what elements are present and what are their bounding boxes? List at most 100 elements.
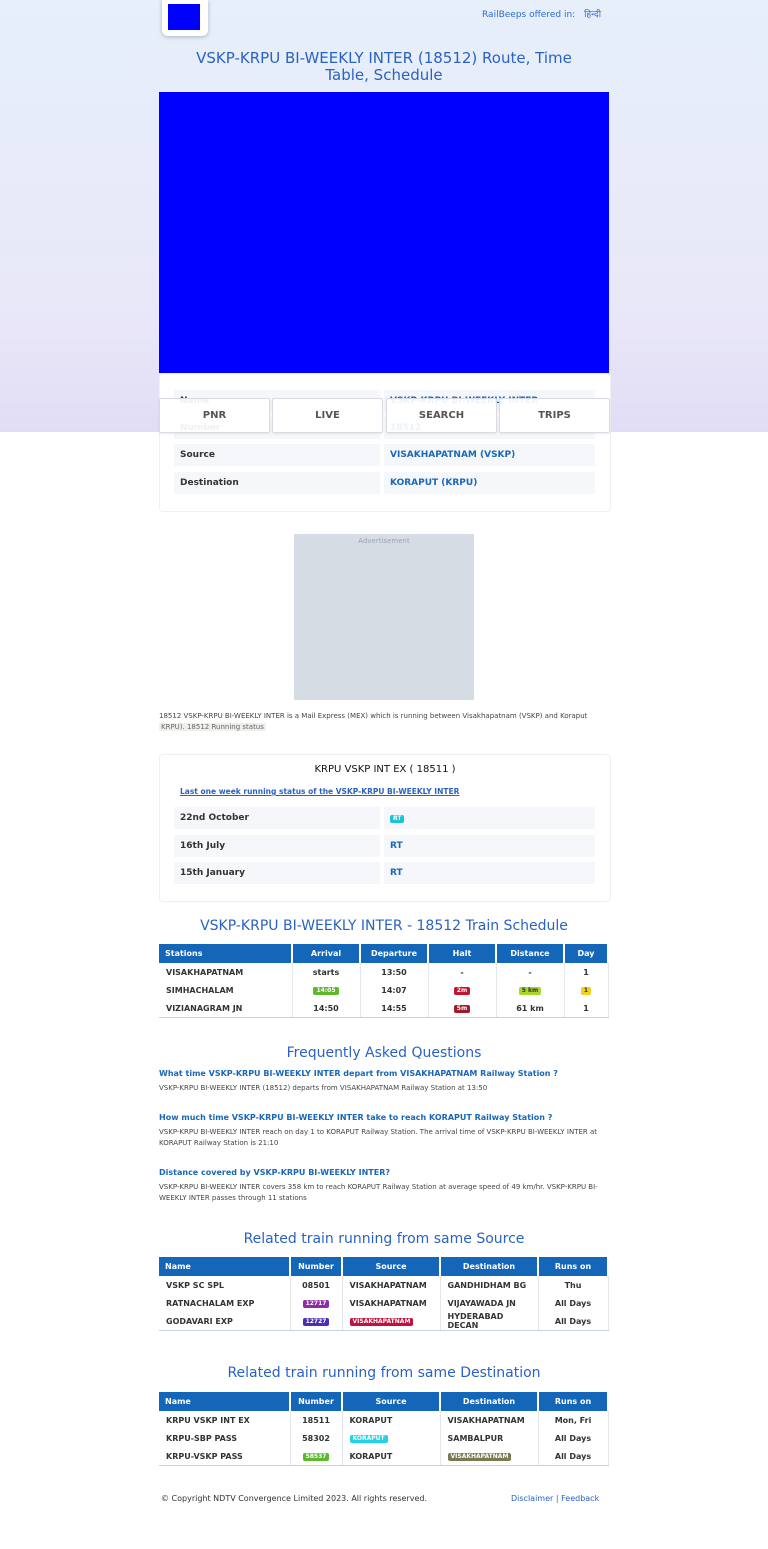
- table-header-row: Name Number Source Destination Runs on: [159, 1257, 609, 1276]
- table-row[interactable]: RATNACHALAM EXP 12717 VISAKHAPATNAM VIJA…: [159, 1294, 609, 1312]
- table-row[interactable]: KRPU-VSKP PASS 58537 KORAPUT VISAKHAPATN…: [159, 1447, 609, 1466]
- tab-search[interactable]: SEARCH: [386, 398, 497, 433]
- schedule-table: Stations Arrival Departure Halt Distance…: [159, 944, 609, 1018]
- table-row[interactable]: VSKP SC SPL 08501 VISAKHAPATNAM GANDHIDH…: [159, 1276, 609, 1294]
- language-offer: RailBeeps offered in: हिन्दी: [482, 7, 601, 20]
- halt-time: -: [428, 963, 497, 981]
- distance: 5 km: [496, 981, 565, 999]
- day-pill: 1: [580, 987, 592, 995]
- faq-question[interactable]: What time VSKP-KRPU BI-WEEKLY INTER depa…: [159, 1069, 558, 1078]
- status-value[interactable]: RT: [384, 862, 595, 884]
- train-runs-on: Mon, Fri: [538, 1411, 609, 1429]
- train-destination: VISAKHAPATNAM: [440, 1411, 539, 1429]
- column-header: Name: [159, 1257, 291, 1276]
- description-tail: KRPU). 18512 Running status: [159, 723, 266, 731]
- column-header: Destination: [440, 1257, 539, 1276]
- info-value[interactable]: VISAKHAPATNAM (VSKP): [384, 444, 595, 466]
- station-name: VIZIANAGRAM JN: [159, 999, 293, 1018]
- station-name: VISAKHAPATNAM: [159, 963, 293, 981]
- status-value[interactable]: RT: [384, 807, 595, 829]
- status-pill: RT: [390, 815, 405, 823]
- distance-pill: 5 km: [518, 987, 542, 995]
- train-name[interactable]: GODAVARI EXP: [159, 1312, 291, 1331]
- tab-live[interactable]: LIVE: [272, 398, 383, 433]
- table-row[interactable]: KRPU VSKP INT EX 18511 KORAPUT VISAKHAPA…: [159, 1411, 609, 1429]
- running-status-subheading[interactable]: Last one week running status of the VSKP…: [180, 787, 459, 796]
- table-header-row: Name Number Source Destination Runs on: [159, 1392, 609, 1411]
- train-name[interactable]: VSKP SC SPL: [159, 1276, 291, 1294]
- destination-pill: VISAKHAPATNAM: [447, 1453, 512, 1461]
- column-header: Name: [159, 1392, 291, 1411]
- column-header: Arrival: [292, 944, 361, 963]
- status-value[interactable]: RT: [384, 835, 595, 857]
- table-row[interactable]: VISAKHAPATNAM starts 13:50 - - 1: [159, 963, 609, 981]
- column-header: Stations: [159, 944, 293, 963]
- source-pill: KORAPUT: [349, 1435, 388, 1443]
- faq-question[interactable]: Distance covered by VSKP-KRPU BI-WEEKLY …: [159, 1168, 390, 1177]
- station-name: SIMHACHALAM: [159, 981, 293, 999]
- train-name[interactable]: RATNACHALAM EXP: [159, 1294, 291, 1312]
- train-info-card: Name VSKP-KRPU BI-WEEKLY INTER Number 18…: [159, 373, 611, 512]
- feedback-link[interactable]: Feedback: [561, 1494, 599, 1503]
- column-header: Halt: [428, 944, 497, 963]
- train-number: 58537: [290, 1447, 343, 1466]
- train-source: KORAPUT: [342, 1429, 441, 1447]
- running-status-heading: KRPU VSKP INT EX ( 18511 ): [314, 764, 456, 775]
- column-header: Source: [342, 1257, 441, 1276]
- arrival-time: starts: [292, 963, 361, 981]
- advertisement[interactable]: Advertisement: [294, 534, 474, 700]
- number-pill: 12717: [302, 1300, 330, 1308]
- train-name[interactable]: KRPU-VSKP PASS: [159, 1447, 291, 1466]
- site-logo[interactable]: [162, 0, 208, 36]
- train-destination: VIJAYAWADA JN: [440, 1294, 539, 1312]
- halt-pill: 5m: [453, 1005, 471, 1013]
- number-pill: 12727: [302, 1318, 330, 1326]
- departure-time: 13:50: [360, 963, 429, 981]
- column-header: Runs on: [538, 1392, 609, 1411]
- info-value[interactable]: KORAPUT (KRPU): [384, 472, 595, 494]
- train-runs-on: All Days: [538, 1447, 609, 1466]
- same-destination-table: Name Number Source Destination Runs on K…: [159, 1392, 609, 1466]
- status-date: 15th January: [174, 862, 380, 884]
- day: 1: [564, 963, 609, 981]
- column-header: Departure: [360, 944, 429, 963]
- train-source: KORAPUT: [342, 1411, 441, 1429]
- status-row: 22nd October RT: [174, 807, 595, 829]
- train-name[interactable]: KRPU VSKP INT EX: [159, 1411, 291, 1429]
- tab-bar: PNR LIVE SEARCH TRIPS: [159, 398, 610, 433]
- table-row[interactable]: KRPU-SBP PASS 58302 KORAPUT SAMBALPUR Al…: [159, 1429, 609, 1447]
- page-title: VSKP-KRPU BI-WEEKLY INTER (18512) Route,…: [196, 49, 572, 84]
- tab-trips[interactable]: TRIPS: [499, 398, 610, 433]
- faq-question[interactable]: How much time VSKP-KRPU BI-WEEKLY INTER …: [159, 1113, 552, 1122]
- departure-time: 14:55: [360, 999, 429, 1018]
- schedule-title: VSKP-KRPU BI-WEEKLY INTER - 18512 Train …: [200, 918, 568, 934]
- ad-label: Advertisement: [358, 537, 410, 545]
- tab-pnr[interactable]: PNR: [159, 398, 270, 433]
- column-header: Source: [342, 1392, 441, 1411]
- table-row[interactable]: VIZIANAGRAM JN 14:50 14:55 5m 61 km 1: [159, 999, 609, 1018]
- train-name[interactable]: KRPU-SBP PASS: [159, 1429, 291, 1447]
- same-source-title: Related train running from same Source: [243, 1231, 525, 1247]
- train-runs-on: All Days: [538, 1312, 609, 1331]
- number-pill: 58537: [302, 1453, 330, 1461]
- distance: -: [496, 963, 565, 981]
- arrival-time: 14:50: [292, 999, 361, 1018]
- distance: 61 km: [496, 999, 565, 1018]
- train-destination: VISAKHAPATNAM: [440, 1447, 539, 1466]
- column-header: Runs on: [538, 1257, 609, 1276]
- train-destination: GANDHIDHAM BG: [440, 1276, 539, 1294]
- running-status-card: KRPU VSKP INT EX ( 18511 ) Last one week…: [159, 754, 611, 902]
- table-row[interactable]: GODAVARI EXP 12727 VISAKHAPATNAM HYDERAB…: [159, 1312, 609, 1331]
- day: 1: [564, 981, 609, 999]
- train-destination: SAMBALPUR: [440, 1429, 539, 1447]
- train-number: 18511: [290, 1411, 343, 1429]
- table-row[interactable]: SIMHACHALAM 14:05 14:07 2m 5 km 1: [159, 981, 609, 999]
- language-link-hindi[interactable]: हिन्दी: [584, 10, 601, 20]
- same-destination-title: Related train running from same Destinat…: [227, 1365, 541, 1381]
- disclaimer-link[interactable]: Disclaimer: [511, 1494, 553, 1503]
- departure-time: 14:07: [360, 981, 429, 999]
- train-description: 18512 VSKP-KRPU BI-WEEKLY INTER is a Mai…: [159, 712, 588, 720]
- faq-title: Frequently Asked Questions: [286, 1045, 482, 1061]
- train-runs-on: All Days: [538, 1429, 609, 1447]
- arrival-time: 14:05: [292, 981, 361, 999]
